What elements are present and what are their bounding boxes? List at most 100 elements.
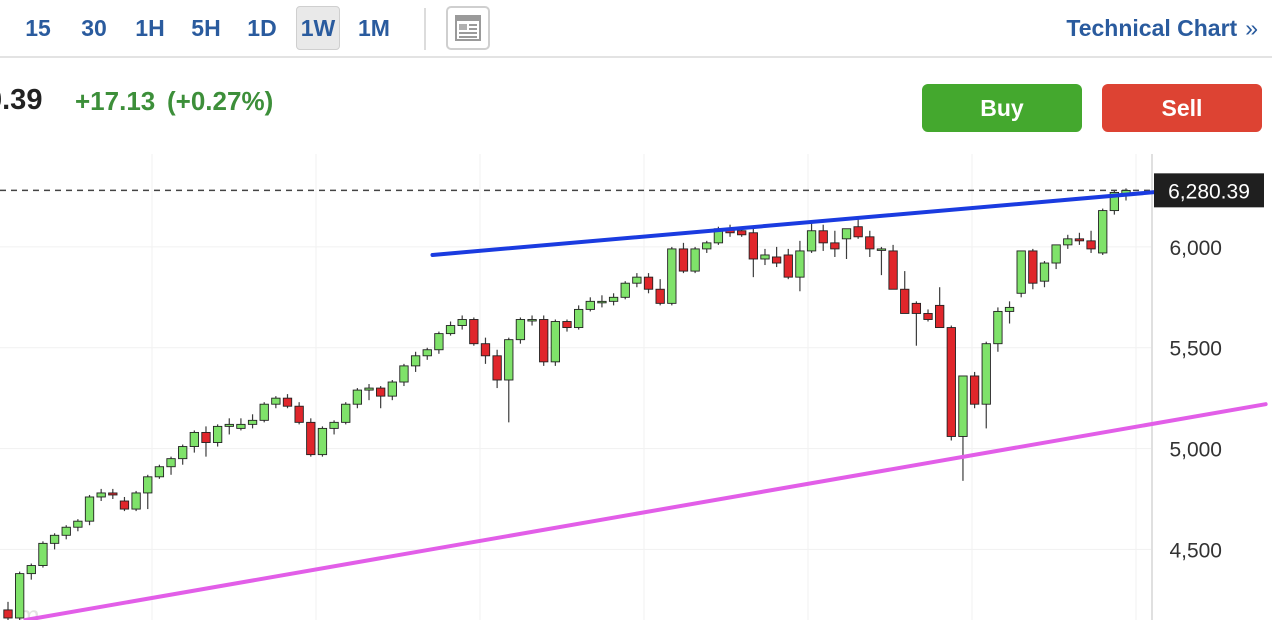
candle-body xyxy=(189,431,199,448)
candle-body xyxy=(702,242,712,250)
chart-layout-button[interactable] xyxy=(446,6,490,50)
timeframe-30[interactable]: 30 xyxy=(74,6,114,50)
candle-body xyxy=(201,431,211,443)
candle-body xyxy=(1004,306,1015,312)
candle-body xyxy=(608,296,619,302)
last-price: 0.39 xyxy=(0,84,43,116)
candle-body xyxy=(119,500,130,510)
candle-body xyxy=(73,520,83,528)
candle-body xyxy=(574,308,584,329)
candle-body xyxy=(224,423,234,427)
timeframe-1w[interactable]: 1W xyxy=(296,6,340,50)
candle-body xyxy=(690,248,700,272)
candle-body xyxy=(655,288,665,304)
timeframe-toolbar: 15 30 1H 5H 1D 1W 1M Technical Chart » xyxy=(0,0,1272,58)
candle-body xyxy=(1016,250,1026,294)
candle-body xyxy=(236,423,246,429)
candle-body xyxy=(422,349,432,357)
candle-body xyxy=(329,421,339,429)
candle-body xyxy=(1028,250,1038,284)
candle-body xyxy=(166,458,176,468)
timeframe-1h[interactable]: 1H xyxy=(130,6,170,50)
candle-body xyxy=(981,343,991,405)
candle-body xyxy=(515,319,526,341)
candle-body xyxy=(935,304,945,329)
timeframe-15[interactable]: 15 xyxy=(18,6,58,50)
candle-body xyxy=(108,492,118,496)
candle-body xyxy=(806,230,817,252)
candle-body xyxy=(737,230,747,236)
candle-body xyxy=(562,321,572,329)
candle-body xyxy=(49,534,60,544)
timeframe-1m[interactable]: 1M xyxy=(354,6,394,50)
technical-chart-link[interactable]: Technical Chart » xyxy=(1066,6,1258,50)
candle-body xyxy=(84,496,95,522)
candle-body xyxy=(341,403,351,423)
candle-body xyxy=(923,312,933,320)
candle-body xyxy=(946,327,956,437)
candle-body xyxy=(771,256,782,264)
candle-body xyxy=(911,302,922,314)
candle-body xyxy=(212,425,223,443)
candle-body xyxy=(1039,262,1050,282)
candle-body xyxy=(876,248,887,251)
candle-body xyxy=(643,276,654,290)
candle-body xyxy=(364,387,374,391)
price-chart[interactable]: m 4,500 5,000 5,500 6,000 6,280.39 xyxy=(0,140,1272,620)
candle-body xyxy=(271,397,281,405)
candle-body xyxy=(1063,238,1073,246)
candle-body xyxy=(993,310,1003,345)
price-change: +17.13 xyxy=(75,86,156,116)
sell-button[interactable]: Sell xyxy=(1102,84,1262,132)
candle-body xyxy=(445,325,456,335)
candle-body xyxy=(26,565,36,575)
candle-body xyxy=(632,276,642,284)
last-price-label: 6,280.39 xyxy=(1168,180,1250,203)
chart-layout-icon xyxy=(455,15,481,41)
candle-body xyxy=(900,288,910,314)
candle-body xyxy=(96,492,106,498)
candle-body xyxy=(865,236,875,250)
candle-body xyxy=(888,250,898,290)
candle-body xyxy=(317,427,328,456)
candle-body xyxy=(958,375,968,437)
candle-body xyxy=(352,389,363,405)
candle-body xyxy=(527,319,537,322)
toolbar-divider xyxy=(424,8,426,50)
candle-body xyxy=(480,343,491,357)
candle-body xyxy=(387,381,397,397)
candlestick-chart[interactable]: m4,5005,0005,5006,0006,280.39 xyxy=(0,140,1272,620)
candle-body xyxy=(585,300,595,310)
buy-button[interactable]: Buy xyxy=(922,84,1082,132)
candle-body xyxy=(539,319,549,363)
timeframe-5h[interactable]: 5H xyxy=(186,6,226,50)
candle-body xyxy=(760,254,770,260)
candle-body xyxy=(154,466,165,478)
candle-body xyxy=(306,421,316,456)
trendline-support xyxy=(23,402,1268,620)
candle-body xyxy=(841,228,852,240)
candle-body xyxy=(853,226,863,238)
candle-body xyxy=(818,230,828,244)
candle-body xyxy=(457,319,467,326)
y-tick-label: 5,500 xyxy=(1169,338,1222,361)
candle-body xyxy=(620,282,630,298)
candle-body xyxy=(748,232,758,260)
candle-body xyxy=(259,403,269,421)
technical-chart-label: Technical Chart xyxy=(1066,15,1238,41)
candle-body xyxy=(667,248,677,304)
candle-body xyxy=(1086,240,1096,250)
y-tick-label: 5,000 xyxy=(1169,439,1222,462)
y-tick-label: 6,000 xyxy=(1169,237,1222,260)
candle-body xyxy=(143,476,153,494)
candle-body xyxy=(1051,244,1061,264)
candle-body xyxy=(1074,238,1085,242)
candle-body xyxy=(678,248,689,272)
y-tick-label: 4,500 xyxy=(1169,539,1222,562)
candle-body xyxy=(1098,210,1108,254)
candle-body xyxy=(830,242,840,250)
candle-body xyxy=(399,365,409,383)
candle-body xyxy=(469,319,479,345)
timeframe-1d[interactable]: 1D xyxy=(242,6,282,50)
candle-body xyxy=(294,405,304,423)
